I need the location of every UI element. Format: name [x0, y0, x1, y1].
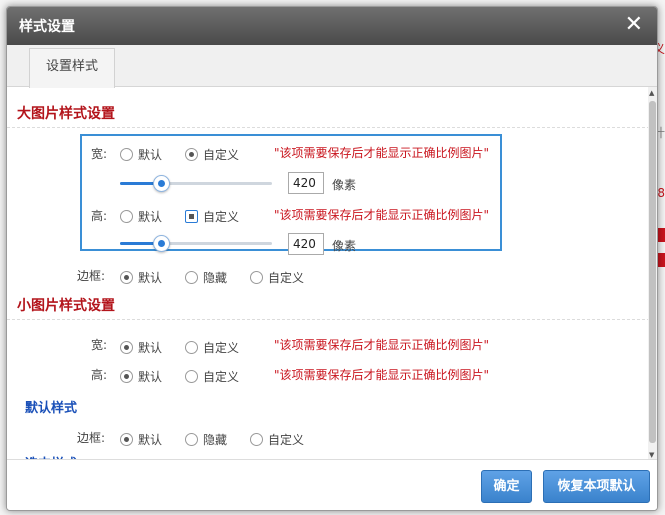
radio-icon — [185, 210, 198, 223]
small-border-custom-radio[interactable]: 自定义 — [250, 431, 304, 448]
large-height-slider[interactable] — [120, 235, 272, 252]
radio-icon — [250, 433, 263, 446]
large-height-custom-radio[interactable]: 自定义 — [185, 208, 239, 225]
large-border-custom-radio[interactable]: 自定义 — [250, 269, 304, 286]
height-label: 高: — [91, 368, 108, 382]
style-settings-dialog: 样式设置 ✕ 设置样式 大图片样式设置 宽: 默认 自定义 "该项需要保存后才能… — [6, 6, 658, 511]
section-title-small-image: 小图片样式设置 — [17, 298, 115, 314]
close-icon[interactable]: ✕ — [625, 12, 643, 38]
unit-label: 像素 — [332, 239, 357, 253]
scroll-thumb[interactable] — [649, 101, 656, 443]
dialog-content: 大图片样式设置 宽: 默认 自定义 "该项需要保存后才能显示正确比例图片" 像素… — [7, 87, 650, 461]
radio-icon — [120, 433, 133, 446]
radio-icon — [120, 210, 133, 223]
large-width-custom-radio[interactable]: 自定义 — [185, 146, 239, 163]
large-border-hide-radio[interactable]: 隐藏 — [185, 269, 227, 286]
radio-icon — [185, 341, 198, 354]
radio-label: 默认 — [138, 210, 163, 224]
small-width-custom-radio[interactable]: 自定义 — [185, 339, 239, 356]
divider — [7, 127, 650, 128]
slider-handle[interactable] — [153, 235, 170, 252]
radio-label: 自定义 — [268, 271, 305, 285]
dialog-title: 样式设置 — [19, 19, 75, 35]
large-width-input[interactable] — [288, 172, 324, 194]
radio-label: 自定义 — [203, 210, 240, 224]
radio-label: 自定义 — [268, 433, 305, 447]
border-label: 边框: — [77, 269, 106, 283]
tab-bar: 设置样式 — [7, 45, 657, 88]
radio-label: 自定义 — [203, 341, 240, 355]
save-note: "该项需要保存后才能显示正确比例图片" — [274, 368, 490, 382]
slider-handle[interactable] — [153, 175, 170, 192]
large-height-default-radio[interactable]: 默认 — [120, 208, 162, 225]
radio-icon — [120, 148, 133, 161]
radio-label: 自定义 — [203, 148, 240, 162]
background-red-strip — [657, 228, 665, 242]
radio-icon — [185, 271, 198, 284]
restore-default-button[interactable]: 恢复本项默认 — [543, 470, 650, 503]
width-label: 宽: — [91, 338, 108, 352]
radio-label: 默认 — [138, 433, 163, 447]
radio-icon — [120, 370, 133, 383]
section-title-large-image: 大图片样式设置 — [17, 106, 115, 122]
radio-label: 隐藏 — [203, 433, 228, 447]
radio-icon — [185, 370, 198, 383]
background-red-strip — [657, 253, 665, 267]
small-width-default-radio[interactable]: 默认 — [120, 339, 162, 356]
radio-icon — [120, 271, 133, 284]
background-text: 8 — [657, 186, 665, 200]
save-note: "该项需要保存后才能显示正确比例图片" — [274, 208, 490, 222]
small-height-default-radio[interactable]: 默认 — [120, 368, 162, 385]
radio-label: 自定义 — [203, 370, 240, 384]
radio-icon — [185, 433, 198, 446]
dialog-titlebar: 样式设置 ✕ — [7, 7, 657, 45]
radio-icon — [120, 341, 133, 354]
radio-label: 默认 — [138, 148, 163, 162]
small-border-hide-radio[interactable]: 隐藏 — [185, 431, 227, 448]
content-scrollbar[interactable]: ▲ ▼ — [648, 87, 657, 461]
radio-label: 默认 — [138, 341, 163, 355]
tab-settings-style[interactable]: 设置样式 — [29, 48, 115, 88]
large-height-input[interactable] — [288, 233, 324, 255]
radio-label: 默认 — [138, 271, 163, 285]
height-label: 高: — [91, 209, 108, 223]
divider — [7, 319, 650, 320]
radio-label: 隐藏 — [203, 271, 228, 285]
unit-label: 像素 — [332, 178, 357, 192]
radio-icon — [185, 148, 198, 161]
large-width-slider[interactable] — [120, 175, 272, 192]
width-label: 宽: — [91, 147, 108, 161]
confirm-button[interactable]: 确定 — [481, 470, 532, 503]
dialog-footer: 确定 恢复本项默认 — [7, 459, 657, 510]
border-label: 边框: — [77, 431, 106, 445]
small-border-default-radio[interactable]: 默认 — [120, 431, 162, 448]
save-note: "该项需要保存后才能显示正确比例图片" — [274, 146, 490, 160]
scroll-down-arrow-icon[interactable]: ▼ — [649, 451, 654, 459]
large-border-default-radio[interactable]: 默认 — [120, 269, 162, 286]
large-width-default-radio[interactable]: 默认 — [120, 146, 162, 163]
small-height-custom-radio[interactable]: 自定义 — [185, 368, 239, 385]
default-style-title: 默认样式 — [25, 401, 78, 416]
radio-label: 默认 — [138, 370, 163, 384]
radio-icon — [250, 271, 263, 284]
scroll-up-arrow-icon[interactable]: ▲ — [649, 89, 654, 97]
save-note: "该项需要保存后才能显示正确比例图片" — [274, 338, 490, 352]
